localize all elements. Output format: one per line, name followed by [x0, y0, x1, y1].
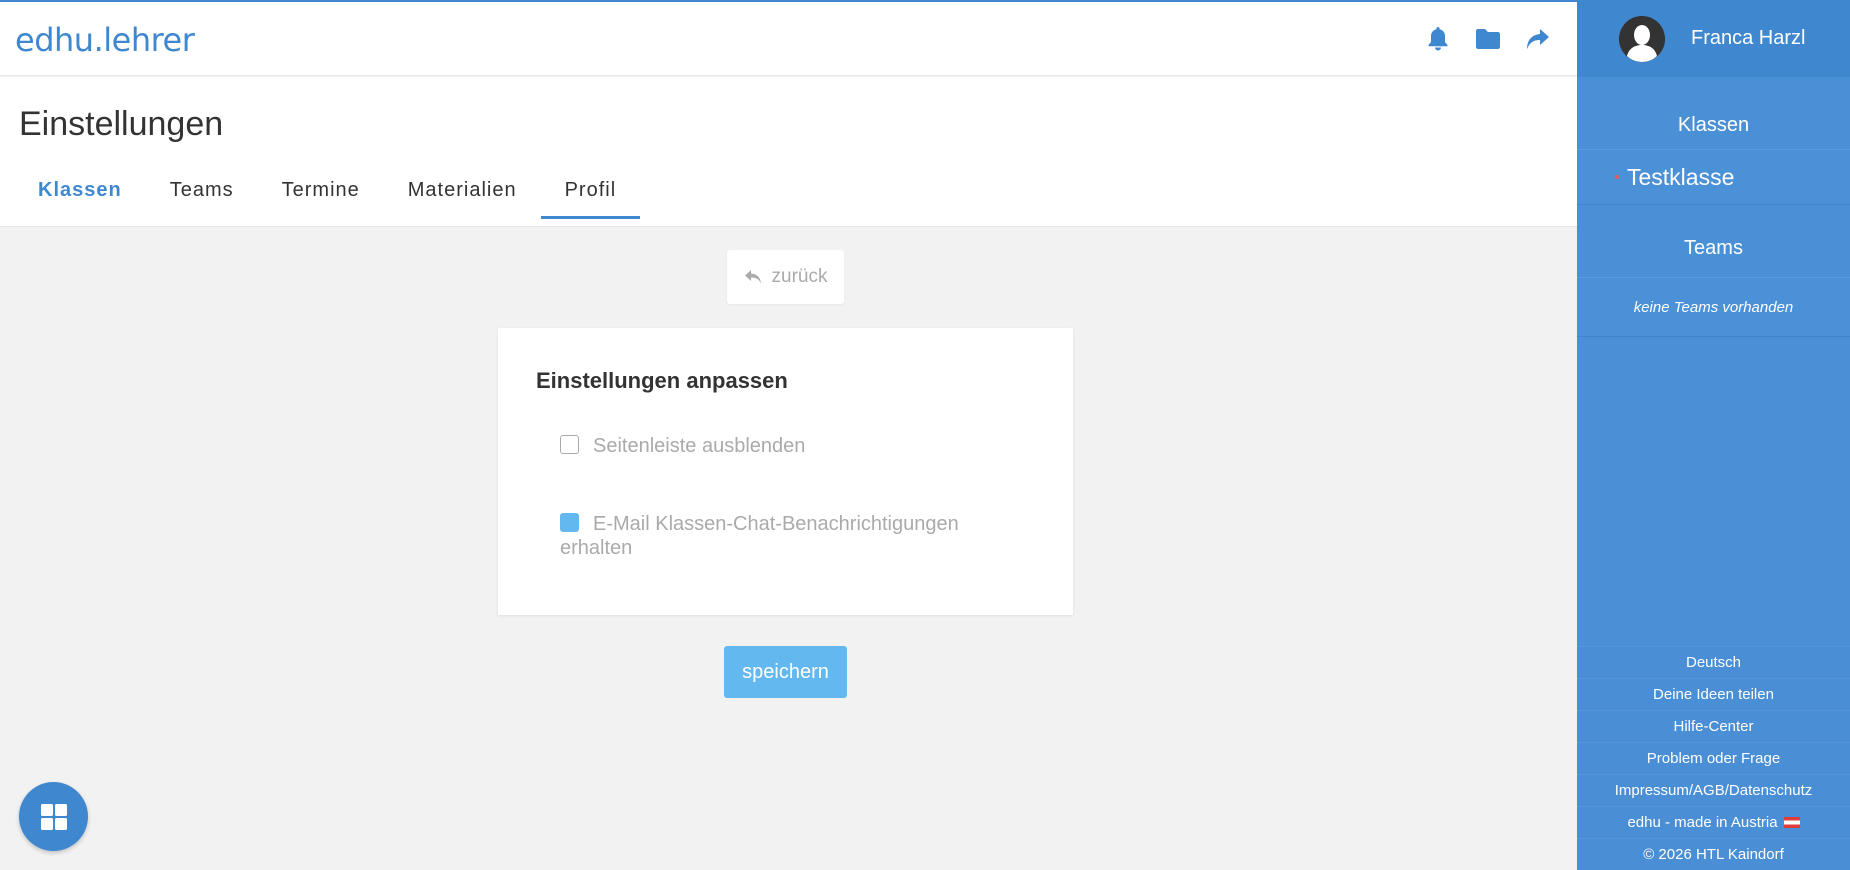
option-email-notifications[interactable]: E-Mail Klassen-Chat-Benachrichtigungen e… [560, 512, 1010, 560]
reply-arrow-icon [744, 270, 761, 284]
grid-icon [40, 803, 67, 830]
made-in-austria-label: edhu - made in Austria [1627, 814, 1778, 831]
tab-teams[interactable]: Teams [146, 169, 258, 219]
email-notifications-label: E-Mail Klassen-Chat-Benachrichtigungen e… [560, 513, 959, 559]
card-title: Einstellungen anpassen [536, 368, 788, 393]
teams-section-title: Teams [1684, 237, 1743, 259]
tab-materialien[interactable]: Materialien [384, 169, 541, 219]
folder-icon[interactable] [1474, 25, 1502, 53]
user-name: Franca Harzl [1691, 27, 1806, 49]
austria-flag-icon [1783, 817, 1800, 828]
unread-dot [1615, 175, 1619, 179]
hide-sidebar-label: Seitenleiste ausblenden [593, 435, 806, 457]
teams-empty-message: keine Teams vorhanden [1577, 277, 1850, 337]
footer-made-in-austria[interactable]: edhu - made in Austria [1577, 806, 1850, 838]
option-hide-sidebar[interactable]: Seitenleiste ausblenden [560, 434, 805, 458]
footer-link-language[interactable]: Deutsch [1577, 646, 1850, 678]
app-logo[interactable]: edhu.lehrer [15, 22, 195, 58]
page-title: Einstellungen [19, 105, 224, 143]
settings-tabs: Klassen Teams Termine Materialien Profil [14, 169, 640, 219]
settings-card: Einstellungen anpassen Seitenleiste ausb… [498, 328, 1073, 615]
tab-profil[interactable]: Profil [540, 169, 641, 219]
footer-link-ideas[interactable]: Deine Ideen teilen [1577, 678, 1850, 710]
avatar[interactable] [1619, 15, 1665, 62]
user-panel[interactable]: Franca Harzl [1577, 0, 1850, 77]
footer-link-imprint[interactable]: Impressum/AGB/Datenschutz [1577, 774, 1850, 806]
footer-link-help-center[interactable]: Hilfe-Center [1577, 710, 1850, 742]
save-button[interactable]: speichern [724, 646, 847, 698]
footer-copyright: © 2026 HTL Kaindorf [1577, 838, 1850, 870]
apps-menu-button[interactable] [19, 782, 88, 851]
page-header: Einstellungen Klassen Teams Termine Mate… [0, 77, 1577, 227]
email-notifications-checkbox[interactable] [560, 513, 579, 532]
classes-section-title: Klassen [1677, 114, 1750, 136]
footer-link-problem[interactable]: Problem oder Frage [1577, 742, 1850, 774]
user-silhouette-icon [1619, 15, 1665, 62]
back-button[interactable]: zurück [727, 250, 844, 304]
sidebar-footer: Deutsch Deine Ideen teilen Hilfe-Center … [1577, 646, 1850, 870]
share-icon[interactable] [1524, 25, 1552, 53]
back-button-label: zurück [771, 266, 828, 287]
top-header: edhu.lehrer [0, 2, 1577, 76]
bell-icon[interactable] [1424, 25, 1452, 53]
header-icons [1424, 25, 1552, 53]
tab-klassen[interactable]: Klassen [14, 169, 146, 219]
hide-sidebar-checkbox[interactable] [560, 435, 579, 454]
sidebar-item-label: Testklasse [1627, 163, 1735, 190]
tab-termine[interactable]: Termine [258, 169, 384, 219]
right-sidebar: Franca Harzl Klassen Testklasse Teams ke… [1577, 0, 1850, 870]
sidebar-item-testklasse[interactable]: Testklasse [1577, 149, 1850, 205]
